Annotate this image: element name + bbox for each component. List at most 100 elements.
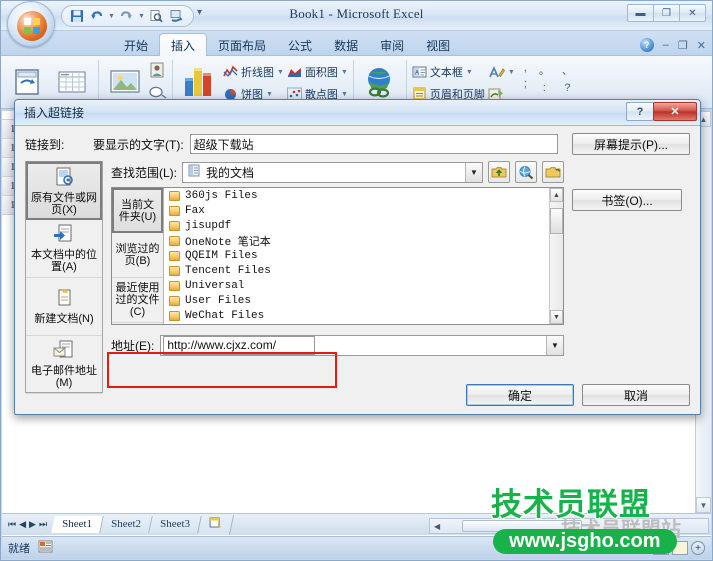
chevron-down-icon[interactable]: ▼ xyxy=(341,69,348,76)
symbol-period[interactable]: 。 xyxy=(539,62,550,78)
chevron-down-icon[interactable]: ▼ xyxy=(277,69,284,76)
link-to-email-address[interactable]: 电子邮件地址(M) xyxy=(26,336,102,394)
window-maximize-button[interactable]: ❐ xyxy=(653,4,680,22)
tab-page-layout[interactable]: 页面布局 xyxy=(207,34,277,57)
list-item[interactable]: Tencent Files xyxy=(164,263,549,278)
text-extra-icons: ▼ xyxy=(488,60,515,104)
window-close-button[interactable]: ✕ xyxy=(679,4,706,22)
scroll-down-icon[interactable]: ▼ xyxy=(696,497,711,513)
zoom-in-icon[interactable]: + xyxy=(691,541,705,555)
file-list[interactable]: 360js Files Fax jisupdf OneNote 笔记本 QQEI… xyxy=(164,188,549,324)
folder-icon xyxy=(169,250,180,261)
dialog-help-button[interactable]: ? xyxy=(626,102,654,121)
sheet-nav-buttons[interactable]: ⏮ ◀ ▶ ⏭ xyxy=(2,519,53,530)
next-sheet-icon[interactable]: ▶ xyxy=(29,519,36,530)
list-item[interactable]: QQEIM Files xyxy=(164,248,549,263)
last-sheet-icon[interactable]: ⏭ xyxy=(39,519,47,530)
ribbon-restore-button[interactable]: ❐ xyxy=(678,39,688,52)
help-icon[interactable]: ? xyxy=(639,38,654,52)
sheet-tab-sheet2[interactable]: Sheet2 xyxy=(100,516,153,533)
link-to-existing-file[interactable]: 原有文件或网页(X) xyxy=(26,162,102,220)
browse-panel: 查找范围(L): 我的文档 ▼ 当前文件夹(U) 浏览过的页(B) 最近使用过的… xyxy=(103,161,572,393)
tab-formulas[interactable]: 公式 xyxy=(277,34,323,57)
link-to-panel: 原有文件或网页(X) 本文档中的位置(A) 新建文档(N) 电子邮件地址(M) xyxy=(25,161,103,394)
symbol-dun[interactable]: 、 xyxy=(562,62,573,78)
symbol-col-1: , ; xyxy=(524,62,527,94)
first-sheet-icon[interactable]: ⏮ xyxy=(8,519,16,530)
symbol-semicolon[interactable]: ; xyxy=(524,78,527,90)
tab-start[interactable]: 开始 xyxy=(113,34,159,57)
column-chart-icon[interactable] xyxy=(178,60,220,104)
up-one-level-button[interactable] xyxy=(488,161,510,183)
browse-web-button[interactable] xyxy=(515,161,537,183)
chevron-down-icon[interactable]: ▼ xyxy=(546,335,563,355)
look-in-combo[interactable]: 我的文档 ▼ xyxy=(182,161,483,183)
tab-view[interactable]: 视图 xyxy=(415,34,461,57)
pivot-table-icon[interactable] xyxy=(6,60,48,104)
prev-sheet-icon[interactable]: ◀ xyxy=(19,519,26,530)
sheet-tab-sheet3[interactable]: Sheet3 xyxy=(149,516,202,533)
textbox-button[interactable]: A 文本框 ▼ xyxy=(412,62,485,82)
ok-button[interactable]: 确定 xyxy=(466,384,574,406)
status-record-icon[interactable] xyxy=(38,540,53,556)
picture-icon[interactable] xyxy=(104,60,146,104)
wordart-button[interactable]: ▼ xyxy=(488,62,515,82)
symbol-colon[interactable]: : xyxy=(543,82,546,94)
insert-sheet-button[interactable] xyxy=(197,514,235,535)
list-item[interactable]: jisupdf xyxy=(164,218,549,233)
hyperlink-icon[interactable] xyxy=(359,60,401,104)
sheet-tab-label: Sheet3 xyxy=(160,518,191,530)
title-bar: ▼ ▼ ▾ Book1 - Microsoft Excel ▬ ❐ ✕ xyxy=(1,1,712,47)
link-to-new-document[interactable]: 新建文档(N) xyxy=(26,278,102,336)
chevron-down-icon[interactable]: ▼ xyxy=(465,162,482,182)
symbol-comma[interactable]: , xyxy=(524,62,527,74)
link-to-label: 链接到: xyxy=(25,137,65,152)
side-tab-current-folder[interactable]: 当前文件夹(U) xyxy=(112,188,163,233)
link-to-existing-file-label: 原有文件或网页(X) xyxy=(31,191,97,216)
tab-data[interactable]: 数据 xyxy=(323,34,369,57)
display-text-label: 要显示的文字(T): xyxy=(93,137,184,152)
window-minimize-button[interactable]: ▬ xyxy=(627,4,654,22)
office-button[interactable] xyxy=(7,1,55,47)
browse-file-button[interactable] xyxy=(542,161,564,183)
office-logo-icon xyxy=(17,11,47,41)
side-tab-recent-files[interactable]: 最近使用过的文件(C) xyxy=(112,278,163,323)
address-input[interactable]: http://www.cjxz.com/ xyxy=(163,335,316,355)
tab-review[interactable]: 审阅 xyxy=(369,34,415,57)
chevron-down-icon[interactable]: ▼ xyxy=(341,91,348,98)
list-item[interactable]: User Files xyxy=(164,293,549,308)
file-list-scrollbar[interactable]: ▲ ▼ xyxy=(549,188,563,324)
cancel-button[interactable]: 取消 xyxy=(582,384,690,406)
ribbon-close-button[interactable]: ✕ xyxy=(697,39,706,52)
scroll-down-icon[interactable]: ▼ xyxy=(550,310,563,324)
link-to-place-in-document[interactable]: 本文档中的位置(A) xyxy=(26,220,102,278)
hscroll-left-icon[interactable]: ◀ xyxy=(430,522,440,531)
list-item[interactable]: WeChat Files xyxy=(164,308,549,323)
dialog-close-button[interactable]: ✕ xyxy=(653,102,697,121)
scroll-thumb[interactable] xyxy=(550,208,563,234)
list-item[interactable]: OneNote 笔记本 xyxy=(164,233,549,249)
display-text-input[interactable]: 超级下载站 xyxy=(189,134,558,154)
chevron-down-icon[interactable]: ▼ xyxy=(466,69,473,76)
folder-icon xyxy=(169,295,180,306)
sheet-tab-sheet1[interactable]: Sheet1 xyxy=(51,516,104,533)
list-item[interactable]: Universal xyxy=(164,278,549,293)
excel-window: ▼ ▼ ▾ Book1 - Microsoft Excel ▬ ❐ ✕ 开始 插… xyxy=(0,0,713,561)
symbol-question[interactable]: ? xyxy=(564,82,570,94)
chevron-down-icon[interactable]: ▼ xyxy=(266,91,273,98)
window-title: Book1 - Microsoft Excel xyxy=(289,6,424,21)
table-icon[interactable]: ▾▾▾▾ xyxy=(51,60,93,104)
list-item[interactable]: Fax xyxy=(164,203,549,218)
chevron-down-icon[interactable]: ▼ xyxy=(508,69,515,76)
ribbon-minimize-button[interactable]: – xyxy=(663,39,669,51)
area-chart-button[interactable]: 面积图 ▼ xyxy=(287,62,348,82)
tab-insert[interactable]: 插入 xyxy=(159,33,208,57)
bookmark-button[interactable]: 书签(O)... xyxy=(572,189,682,211)
clipart-icon[interactable] xyxy=(149,62,167,83)
list-item[interactable]: 360js Files xyxy=(164,188,549,203)
scroll-up-icon[interactable]: ▲ xyxy=(550,188,563,202)
screentip-button[interactable]: 屏幕提示(P)... xyxy=(572,133,690,155)
line-chart-button[interactable]: 折线图 ▼ xyxy=(223,62,284,82)
side-tab-browsed-pages[interactable]: 浏览过的页(B) xyxy=(112,233,163,278)
address-combo[interactable]: http://www.cjxz.com/ ▼ xyxy=(160,334,564,356)
